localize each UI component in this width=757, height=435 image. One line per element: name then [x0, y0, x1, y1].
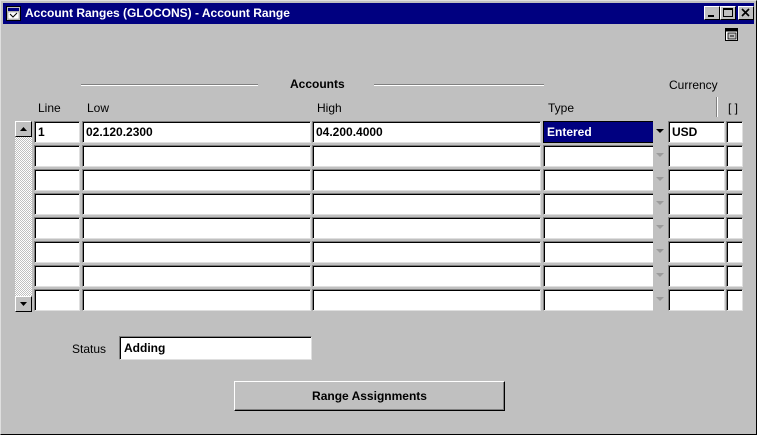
currency-field[interactable]	[668, 145, 725, 167]
type-field[interactable]	[543, 145, 654, 167]
high-field[interactable]	[312, 265, 541, 287]
records-scrollbar[interactable]	[15, 121, 32, 312]
currency-field[interactable]: USD	[668, 121, 725, 143]
line-field[interactable]	[34, 265, 80, 287]
accounts-group-line-right	[374, 84, 544, 86]
chevron-down-icon	[656, 153, 664, 157]
accounts-group-title: Accounts	[290, 77, 345, 91]
currency-divider	[716, 97, 718, 117]
low-field[interactable]	[82, 265, 311, 287]
close-icon	[741, 8, 750, 17]
high-field[interactable]	[312, 169, 541, 191]
chevron-down-icon	[656, 177, 664, 181]
low-field[interactable]	[82, 241, 311, 263]
low-field[interactable]	[82, 217, 311, 239]
type-field[interactable]	[543, 289, 654, 311]
type-field[interactable]: Entered	[543, 121, 654, 143]
scroll-track[interactable]	[15, 137, 32, 296]
type-dropdown-button[interactable]	[653, 121, 667, 143]
window-title: Account Ranges (GLOCONS) - Account Range	[25, 6, 290, 20]
low-field[interactable]	[82, 145, 311, 167]
high-field[interactable]	[312, 145, 541, 167]
chevron-down-icon	[656, 273, 664, 277]
app-window-icon	[6, 6, 21, 21]
minimize-icon	[708, 15, 714, 17]
status-label: Status	[72, 342, 107, 356]
chevron-down-icon	[656, 129, 664, 133]
currency-field[interactable]	[668, 217, 725, 239]
type-field[interactable]	[543, 265, 654, 287]
column-header-line: Line	[38, 101, 61, 115]
flex-field[interactable]	[726, 169, 743, 191]
title-bar[interactable]: Account Ranges (GLOCONS) - Account Range	[3, 3, 754, 24]
arrow-up-icon	[20, 127, 27, 131]
currency-group-title: Currency	[669, 78, 718, 92]
chevron-down-icon	[656, 201, 664, 205]
arrow-down-icon	[20, 302, 27, 306]
flex-field[interactable]	[726, 241, 743, 263]
type-field[interactable]	[543, 217, 654, 239]
chevron-down-icon	[656, 297, 664, 301]
line-field[interactable]	[34, 193, 80, 215]
line-field[interactable]	[34, 145, 80, 167]
account-ranges-window: Account Ranges (GLOCONS) - Account Range…	[0, 0, 757, 435]
accounts-group-line-left	[81, 84, 258, 86]
range-assignments-button[interactable]: Range Assignments	[234, 381, 505, 411]
line-field[interactable]	[34, 241, 80, 263]
type-dropdown-button[interactable]	[653, 145, 667, 167]
column-header-high: High	[317, 101, 342, 115]
column-header-type: Type	[548, 101, 575, 115]
column-header-low: Low	[87, 101, 110, 115]
low-field[interactable]	[82, 289, 311, 311]
flex-field[interactable]	[726, 217, 743, 239]
scroll-up-button[interactable]	[15, 121, 32, 137]
high-field[interactable]	[312, 289, 541, 311]
low-field[interactable]	[82, 169, 311, 191]
currency-field[interactable]	[668, 265, 725, 287]
low-field[interactable]: 02.120.2300	[82, 121, 311, 143]
chevron-down-icon	[656, 249, 664, 253]
currency-field[interactable]	[668, 193, 725, 215]
currency-field[interactable]	[668, 241, 725, 263]
flex-field[interactable]	[726, 265, 743, 287]
minimize-button[interactable]	[704, 6, 720, 20]
column-header-flexfield: [ ]	[728, 101, 739, 115]
flex-field[interactable]	[726, 121, 743, 143]
type-dropdown-button[interactable]	[653, 241, 667, 263]
maximize-icon	[723, 8, 733, 17]
type-dropdown-button[interactable]	[653, 217, 667, 239]
type-dropdown-button[interactable]	[653, 265, 667, 287]
line-field[interactable]	[34, 217, 80, 239]
scroll-down-button[interactable]	[15, 296, 32, 312]
flex-field[interactable]	[726, 145, 743, 167]
flex-field[interactable]	[726, 289, 743, 311]
status-field: Adding	[119, 336, 312, 360]
high-field[interactable]	[312, 241, 541, 263]
flex-field[interactable]	[726, 193, 743, 215]
low-field[interactable]	[82, 193, 311, 215]
line-field[interactable]	[34, 169, 80, 191]
type-dropdown-button[interactable]	[653, 169, 667, 191]
high-field[interactable]	[312, 193, 541, 215]
chevron-down-icon	[656, 225, 664, 229]
type-field[interactable]	[543, 241, 654, 263]
type-dropdown-button[interactable]	[653, 193, 667, 215]
currency-field[interactable]	[668, 169, 725, 191]
line-field[interactable]: 1	[34, 121, 80, 143]
maximize-button[interactable]	[720, 6, 736, 20]
type-dropdown-button[interactable]	[653, 289, 667, 311]
line-field[interactable]	[34, 289, 80, 311]
currency-field[interactable]	[668, 289, 725, 311]
close-button[interactable]	[738, 6, 754, 20]
type-field[interactable]	[543, 193, 654, 215]
high-field[interactable]	[312, 217, 541, 239]
help-window-icon[interactable]	[725, 28, 739, 42]
type-field[interactable]	[543, 169, 654, 191]
high-field[interactable]: 04.200.4000	[312, 121, 541, 143]
